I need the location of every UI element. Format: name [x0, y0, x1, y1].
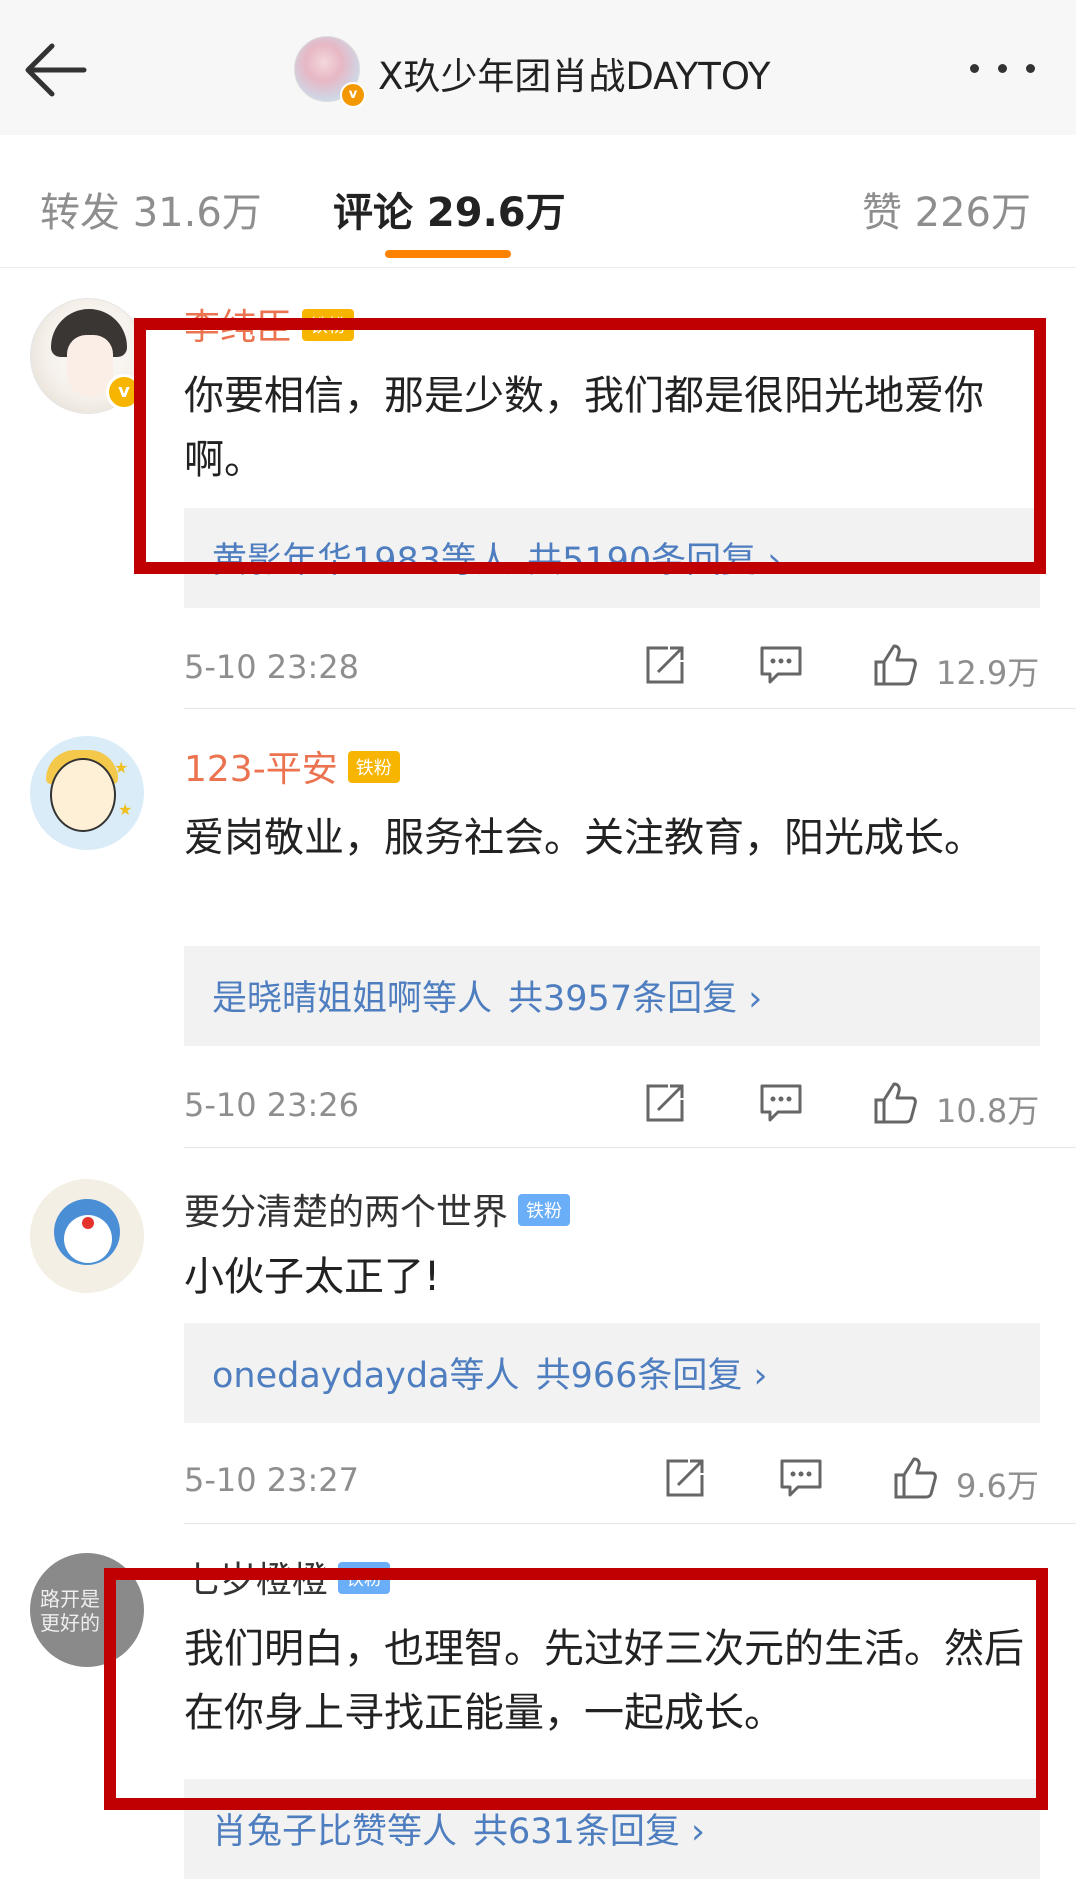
fan-badge: 铁粉	[518, 1194, 571, 1226]
reply-preview-text[interactable]: onedaydayda等人 共966条回复 ›	[212, 1347, 768, 1398]
comment-meta: 5-10 23:28 12.9万	[184, 640, 1040, 696]
comment-meta: 5-10 23:26 10.8万	[184, 1078, 1040, 1134]
reply-count: 共966条回复 ›	[535, 1356, 768, 1396]
tab-bar: 转发 31.6万 评论 29.6万 赞 226万	[0, 135, 1076, 268]
comment-meta: 5-10 23:27 9.6万	[184, 1453, 1040, 1509]
reply-users: 是晓晴姐姐啊等人	[212, 979, 493, 1019]
comment-text: 爱岗敬业，服务社会。关注教育，阳光成长。	[184, 815, 984, 861]
thumbs-up-icon[interactable]	[870, 1078, 920, 1128]
comment-time: 5-10 23:26	[184, 1086, 360, 1124]
reply-users: onedaydayda等人	[212, 1356, 520, 1396]
comment-time: 5-10 23:27	[184, 1461, 360, 1499]
like-count: 9.6万	[956, 1467, 1039, 1505]
back-arrow-icon[interactable]	[22, 38, 102, 102]
thumbs-up-icon[interactable]	[890, 1453, 940, 1503]
active-tab-indicator	[385, 250, 511, 258]
share-icon[interactable]	[640, 1078, 690, 1128]
comment-divider	[184, 708, 1076, 709]
comment-text: 小伙子太正了!	[184, 1254, 441, 1300]
tab-like[interactable]: 赞 226万	[862, 180, 1031, 238]
tab-comment[interactable]: 评论 29.6万	[333, 180, 566, 238]
reply-count: 共3957条回复 ›	[508, 979, 763, 1019]
reply-preview[interactable]: 是晓晴姐姐啊等人 共3957条回复 ›	[184, 946, 1040, 1046]
comment-divider	[184, 1147, 1076, 1148]
reply-preview-text[interactable]: 肖兔子比赞等人 共631条回复 ›	[212, 1803, 705, 1854]
like-count: 12.9万	[936, 654, 1040, 692]
like-count: 10.8万	[936, 1092, 1040, 1130]
page-title[interactable]: X玖少年团肖战DAYTOY	[378, 46, 771, 100]
reply-users: 肖兔子比赞等人	[212, 1812, 458, 1852]
annotation-frame	[134, 318, 1046, 574]
share-icon[interactable]	[660, 1453, 710, 1503]
username-text[interactable]: 123-平安	[184, 749, 338, 790]
comment-username[interactable]: 123-平安 铁粉	[184, 740, 400, 792]
tab-repost[interactable]: 转发 31.6万	[40, 180, 262, 238]
thumbs-up-icon[interactable]	[870, 640, 920, 690]
comment-time: 5-10 23:28	[184, 648, 360, 686]
annotation-frame	[104, 1568, 1048, 1810]
reply-count: 共631条回复 ›	[473, 1812, 705, 1852]
share-icon[interactable]	[640, 640, 690, 690]
more-dots-icon[interactable]	[970, 60, 1050, 80]
comment-icon[interactable]	[776, 1453, 826, 1503]
avatar[interactable]: ★ ★	[30, 736, 144, 850]
comment-icon[interactable]	[756, 1078, 806, 1128]
comment-divider	[184, 1523, 1076, 1524]
top-bar: v X玖少年团肖战DAYTOY	[0, 0, 1076, 135]
reply-preview[interactable]: onedaydayda等人 共966条回复 ›	[184, 1323, 1040, 1423]
reply-preview-text[interactable]: 是晓晴姐姐啊等人 共3957条回复 ›	[212, 970, 762, 1021]
comment-icon[interactable]	[756, 640, 806, 690]
avatar-handwriting: 路开是 更好的	[40, 1587, 100, 1635]
fan-badge: 铁粉	[347, 751, 400, 783]
comment-username[interactable]: 要分清楚的两个世界 铁粉	[184, 1183, 571, 1235]
avatar[interactable]	[30, 1179, 144, 1293]
username-text[interactable]: 要分清楚的两个世界	[184, 1192, 508, 1233]
verified-badge-icon: v	[340, 82, 366, 108]
